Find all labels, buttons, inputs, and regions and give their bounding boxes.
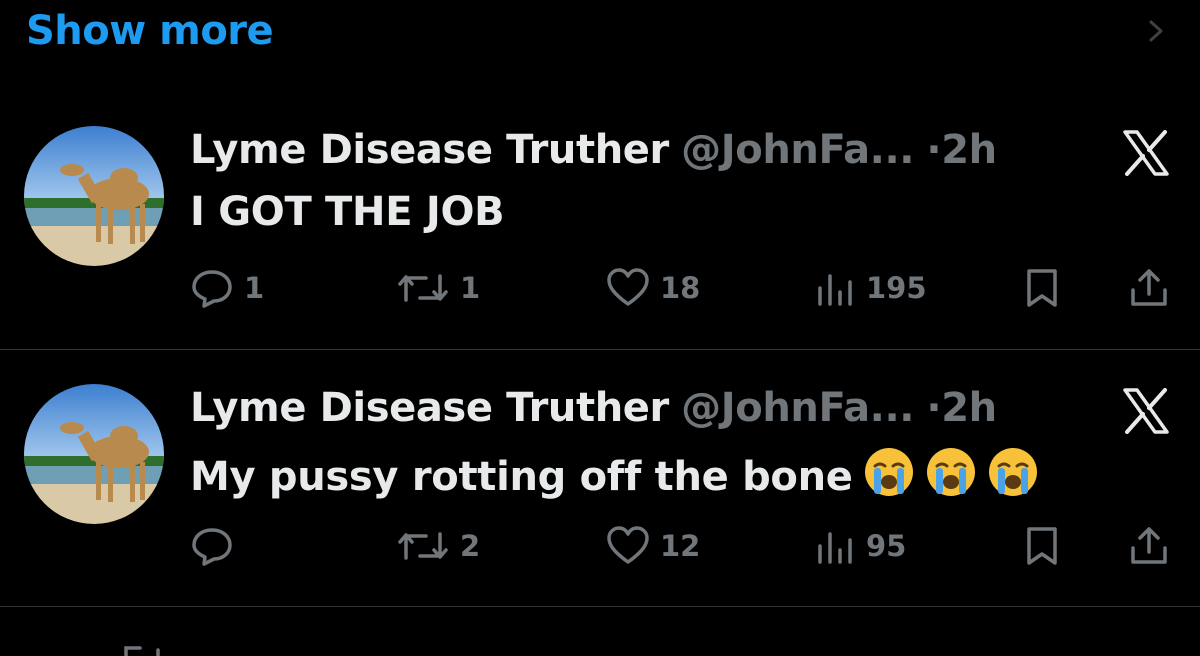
tweet-text-container: My pussy rotting off the bone [190, 446, 1039, 501]
avatar[interactable] [24, 126, 164, 266]
reply-icon [192, 528, 232, 566]
like-button[interactable]: 12 [606, 526, 700, 566]
view-count: 195 [866, 271, 927, 305]
tweet-actions: 1 1 18 195 [0, 268, 1200, 308]
show-more-link[interactable]: Show more [26, 8, 274, 54]
repost-count: 1 [460, 271, 481, 305]
tweet[interactable]: Lyme Disease Truther @JohnFa... ·2h I GO… [0, 92, 1200, 350]
analytics-icon [818, 532, 852, 564]
display-name[interactable]: Lyme Disease Truther [190, 127, 669, 173]
x-logo-icon [1123, 130, 1169, 176]
loudly-crying-face-icon [926, 448, 975, 496]
like-button[interactable]: 18 [606, 268, 700, 308]
tweet-header: Lyme Disease Truther @JohnFa... ·2h [190, 384, 997, 432]
avatar[interactable] [24, 384, 164, 524]
repost-button[interactable]: 1 [396, 268, 480, 308]
views-button[interactable]: 95 [816, 526, 906, 566]
tweet-text: I GOT THE JOB [190, 189, 505, 235]
tweet-actions: 2 12 95 [0, 526, 1200, 566]
like-count: 18 [660, 271, 701, 305]
view-count: 95 [866, 529, 907, 563]
handle[interactable]: @JohnFa... [681, 385, 914, 431]
bookmark-icon [1027, 269, 1057, 307]
reply-count: 1 [244, 271, 265, 305]
bookmark-icon [1027, 527, 1057, 565]
handle[interactable]: @JohnFa... [681, 127, 914, 173]
repost-count: 2 [460, 529, 481, 563]
bookmark-button[interactable] [1024, 526, 1060, 566]
repost-indicator-icon [124, 646, 160, 656]
timestamp[interactable]: 2h [941, 127, 997, 173]
divider [0, 606, 1200, 607]
display-name[interactable]: Lyme Disease Truther [190, 385, 669, 431]
separator: · [926, 127, 942, 173]
heart-icon [607, 268, 649, 306]
tweet-text: My pussy rotting off the bone [190, 454, 853, 500]
share-icon [1131, 269, 1167, 306]
x-logo-icon [1123, 388, 1169, 434]
separator: · [926, 385, 942, 431]
chevron-right-icon[interactable] [1146, 14, 1168, 48]
tweet-header: Lyme Disease Truther @JohnFa... ·2h [190, 126, 997, 174]
heart-icon [607, 526, 649, 564]
reply-button[interactable]: 1 [190, 268, 264, 308]
share-button[interactable] [1128, 526, 1170, 566]
timestamp[interactable]: 2h [941, 385, 997, 431]
analytics-icon [818, 274, 852, 306]
timeline: Show more Lyme Disease Truther @JohnFa..… [0, 0, 1200, 656]
share-icon [1131, 527, 1167, 564]
repost-button[interactable]: 2 [396, 526, 480, 566]
repost-icon [398, 274, 448, 302]
bookmark-button[interactable] [1024, 268, 1060, 308]
like-count: 12 [660, 529, 701, 563]
reply-icon [192, 270, 232, 308]
reply-button[interactable] [190, 526, 244, 566]
tweet[interactable]: Lyme Disease Truther @JohnFa... ·2h My p… [0, 350, 1200, 608]
views-button[interactable]: 195 [816, 268, 927, 308]
share-button[interactable] [1128, 268, 1170, 308]
loudly-crying-face-icon [864, 448, 913, 496]
loudly-crying-face-icon [988, 448, 1037, 496]
repost-icon [398, 532, 448, 560]
